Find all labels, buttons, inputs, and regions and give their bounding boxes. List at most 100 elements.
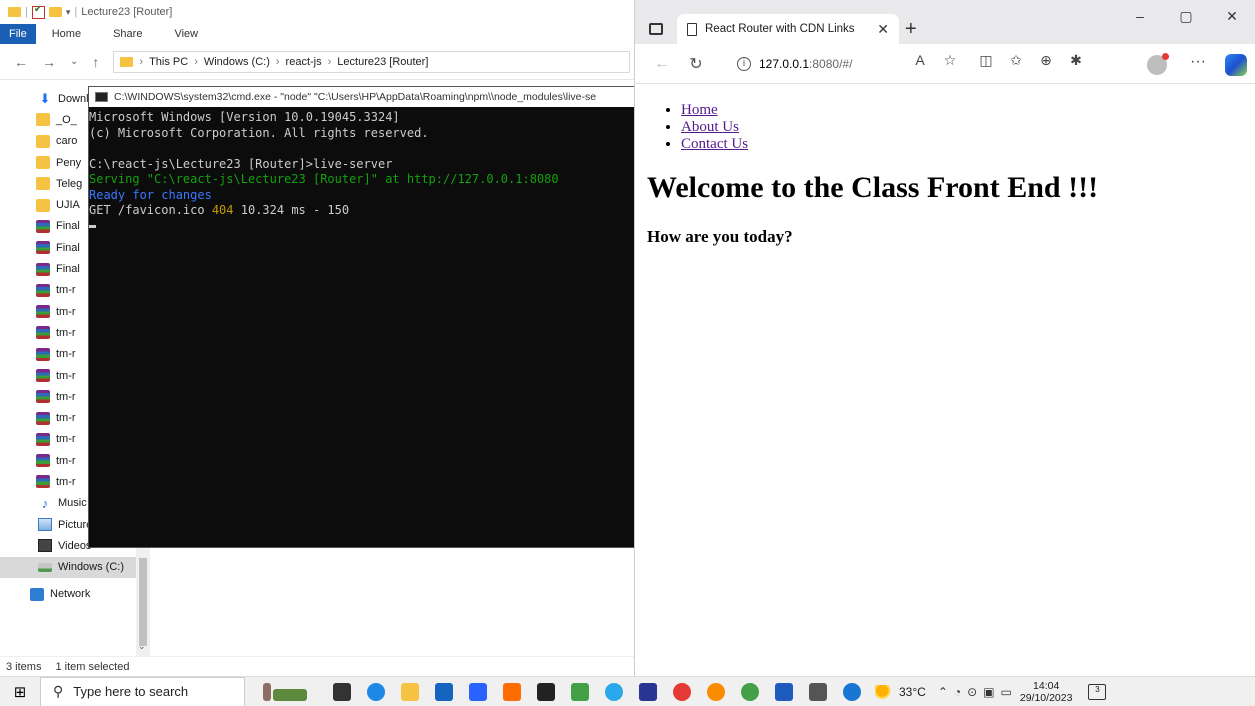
rar-icon [36, 411, 50, 425]
task-view-icon[interactable] [325, 677, 359, 706]
nav-item-label: caro [56, 135, 78, 148]
back-icon[interactable]: ← [645, 55, 679, 73]
page-subheading: How are you today? [647, 227, 793, 246]
minimize-button[interactable]: – [1117, 8, 1163, 25]
edge-icon[interactable] [359, 677, 393, 706]
wifi-icon[interactable]: ◔ [954, 685, 961, 699]
cmd-line: GET /favicon.ico 404 10.324 ms - 150 [89, 203, 350, 217]
link-about-us[interactable]: About Us [681, 119, 739, 135]
info-icon[interactable]: i [737, 57, 751, 71]
properties-icon[interactable] [31, 4, 45, 19]
link-home[interactable]: Home [681, 102, 718, 118]
nav-item-label: tm-r [56, 369, 76, 382]
extensions-icon[interactable]: ✱ [1061, 52, 1091, 69]
selection-count: 1 item selected [55, 660, 130, 673]
notepad-icon[interactable] [563, 677, 597, 706]
breadcrumb-lecture23[interactable]: Lecture23 [Router] [337, 56, 428, 68]
page-icon [687, 22, 697, 36]
breadcrumb-this-pc[interactable]: This PC [149, 56, 188, 68]
folder-icon [36, 134, 50, 148]
tab-share[interactable]: Share [97, 24, 158, 44]
time: 14:04 [1033, 679, 1060, 692]
nav-links: Home About Us Contact Us [681, 102, 1243, 153]
word-icon[interactable] [767, 677, 801, 706]
app-tray-icon[interactable]: ▣ [983, 685, 994, 699]
explorer-titlebar: | ▾ | Lecture23 [Router] [0, 0, 634, 24]
nav-item-label: Downl [58, 92, 89, 105]
read-aloud-icon[interactable]: A [905, 52, 935, 69]
scroll-down-icon[interactable]: ⌄ [138, 641, 146, 652]
drive-icon [38, 562, 52, 572]
nav-item[interactable]: Network [0, 584, 149, 605]
cmd-titlebar[interactable]: C:\WINDOWS\system32\cmd.exe - "node" "C:… [89, 87, 637, 107]
mail-icon[interactable] [427, 677, 461, 706]
command-prompt-window[interactable]: C:\WINDOWS\system32\cmd.exe - "node" "C:… [88, 86, 638, 548]
clock[interactable]: 14:04 29/10/2023 [1020, 680, 1073, 704]
telegram-icon[interactable] [597, 677, 631, 706]
new-tab-icon[interactable]: + [905, 18, 917, 41]
tab-home[interactable]: Home [36, 24, 97, 44]
breadcrumb[interactable]: › This PC › Windows (C:) › react-js › Le… [113, 50, 630, 73]
item-count: 3 items [6, 660, 42, 673]
windows-start-icon[interactable]: ⊞ [0, 683, 40, 701]
search-highlight-icon[interactable] [245, 682, 325, 701]
tab-file[interactable]: File [0, 24, 36, 44]
help-icon[interactable] [835, 677, 869, 706]
link-contact-us[interactable]: Contact Us [681, 136, 748, 152]
favorite-star-icon[interactable]: ☆ [935, 52, 965, 69]
taskbar-search[interactable]: ⚲ Type here to search [40, 676, 245, 706]
cmd-output[interactable]: Microsoft Windows [Version 10.0.19045.33… [89, 107, 637, 228]
new-folder-icon[interactable] [48, 7, 62, 17]
recent-dropdown-icon[interactable]: ⌄ [70, 56, 78, 67]
app-orange-icon[interactable] [495, 677, 529, 706]
tab-view[interactable]: View [158, 24, 214, 44]
search-icon: ⚲ [53, 683, 64, 699]
status-code: 404 [211, 203, 234, 217]
opera-icon[interactable] [665, 677, 699, 706]
nav-item[interactable]: Windows (C:) [0, 556, 149, 578]
folder-icon [36, 113, 50, 127]
chrome-profile-icon[interactable] [733, 677, 767, 706]
system-tray: ⌃ ◔ ⊙ ▣ ▭ [938, 685, 1012, 699]
rar-icon [36, 454, 50, 468]
rar-icon [36, 283, 50, 297]
maximize-button[interactable]: ▢ [1163, 8, 1209, 25]
breadcrumb-windows-c[interactable]: Windows (C:) [204, 56, 270, 68]
bolt-icon[interactable] [529, 677, 563, 706]
split-screen-icon[interactable]: ◫ [971, 52, 1001, 69]
more-options-icon[interactable]: ··· [1190, 53, 1206, 71]
up-arrow-icon[interactable]: ↑ [92, 54, 99, 70]
chrome-profile-h-icon[interactable] [699, 677, 733, 706]
tab-actions-icon[interactable] [649, 23, 663, 35]
breadcrumb-react-js[interactable]: react-js [286, 56, 322, 68]
close-tab-icon[interactable]: ✕ [877, 21, 889, 38]
file-explorer-icon[interactable] [393, 677, 427, 706]
dev-icon[interactable] [631, 677, 665, 706]
battery-icon[interactable]: ▭ [1001, 685, 1012, 699]
dropbox-icon[interactable] [461, 677, 495, 706]
ribbon-tabs: File Home Share View [0, 24, 634, 44]
web-page: Home About Us Contact Us Welcome to the … [635, 84, 1255, 265]
rar-icon [36, 369, 50, 382]
back-arrow-icon[interactable]: ← [14, 54, 28, 70]
profile-avatar-icon[interactable] [1147, 53, 1169, 75]
music-icon: ♪ [41, 495, 49, 511]
browser-tab[interactable]: React Router with CDN Links ✕ [677, 14, 899, 44]
notification-icon[interactable]: 3 [1088, 683, 1107, 700]
close-button[interactable]: ✕ [1209, 8, 1255, 25]
collections-icon[interactable]: ⊕ [1031, 52, 1061, 69]
nav-item-label: Windows (C:) [58, 561, 125, 574]
browser-toolbar: ← ↻ i 127.0.0.1:8080/#/ A ☆ ◫ ✩ ⊕ ✱ ··· [635, 44, 1255, 84]
favorites-icon[interactable]: ✩ [1001, 52, 1031, 69]
scrollbar-thumb[interactable] [139, 558, 147, 646]
address-bar-row: ← → ⌄ ↑ › This PC › Windows (C:) › react… [0, 44, 634, 80]
refresh-icon[interactable]: ↻ [679, 54, 713, 74]
search-placeholder: Type here to search [73, 684, 189, 699]
copilot-icon[interactable] [1225, 54, 1247, 76]
quick-access-dropdown-icon[interactable]: ▾ [66, 7, 71, 18]
forward-arrow-icon[interactable]: → [42, 54, 56, 70]
show-hidden-icons[interactable]: ⌃ [938, 685, 948, 699]
network-icon[interactable]: ⊙ [967, 685, 977, 699]
weather-widget[interactable]: 33°C [875, 684, 926, 699]
terminal-icon[interactable] [801, 677, 835, 706]
